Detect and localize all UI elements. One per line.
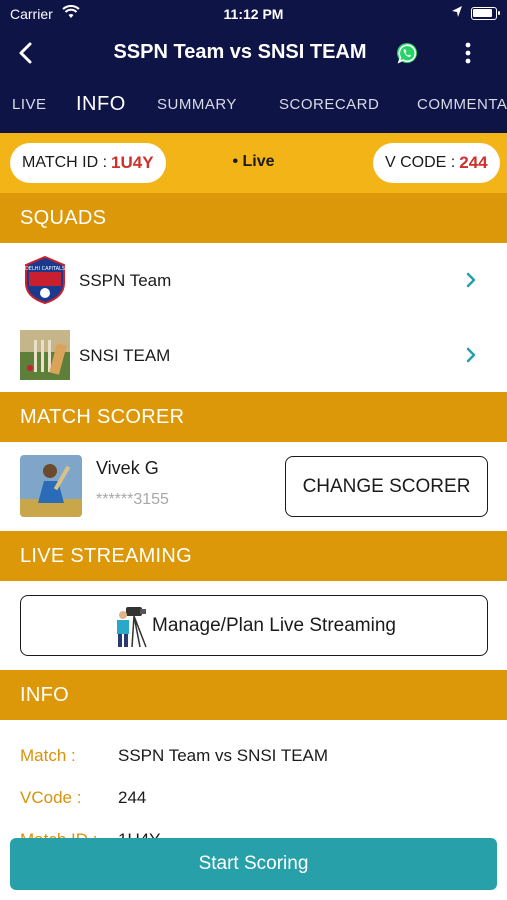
team-name: SSPN Team xyxy=(79,271,172,290)
tab-info[interactable]: INFO xyxy=(76,93,126,116)
delhi-capitals-logo: DELHI CAPITALS xyxy=(20,255,70,305)
status-bar: Carrier 11:12 PM xyxy=(0,0,507,28)
vcode-pill: V CODE : 244 xyxy=(373,143,500,183)
match-scorer-heading: MATCH SCORER xyxy=(0,392,507,442)
change-scorer-button[interactable]: CHANGE SCORER xyxy=(285,456,488,517)
info-value: SSPN Team vs SNSI TEAM xyxy=(118,746,329,765)
nav-bar: SSPN Team vs SNSI TEAM xyxy=(0,30,507,76)
vcode-value: 244 xyxy=(459,153,488,172)
info-key: VCode : xyxy=(20,788,82,807)
vcode-label: V CODE : xyxy=(385,154,456,171)
logo-text-top: DELHI CAPITALS xyxy=(25,266,65,272)
team-name: SNSI TEAM xyxy=(79,346,171,365)
tab-bar: LIVE INFO SUMMARY SCORECARD COMMENTARY xyxy=(0,84,507,128)
start-scoring-button[interactable]: Start Scoring xyxy=(10,838,497,890)
tab-live[interactable]: LIVE xyxy=(12,96,47,113)
whatsapp-icon[interactable] xyxy=(396,42,418,64)
chevron-right-icon xyxy=(464,345,478,365)
more-options-icon[interactable] xyxy=(458,40,478,66)
location-arrow-icon xyxy=(451,5,463,22)
team-row-sspn[interactable]: DELHI CAPITALS SSPN Team xyxy=(0,243,507,317)
scorer-phone: ******3155 xyxy=(96,491,169,508)
match-strip: MATCH ID : 1U4Y • Live V CODE : 244 xyxy=(0,133,507,193)
info-key: Match : xyxy=(20,746,76,765)
status-time: 11:12 PM xyxy=(223,6,284,22)
scorer-card: Vivek G ******3155 CHANGE SCORER xyxy=(0,441,507,531)
manage-live-streaming-button[interactable]: Manage/Plan Live Streaming xyxy=(20,595,488,656)
team-row-snsi[interactable]: SNSI TEAM xyxy=(0,318,507,392)
chevron-right-icon xyxy=(464,270,478,290)
info-heading: INFO xyxy=(0,670,507,720)
tab-summary[interactable]: SUMMARY xyxy=(157,96,237,113)
battery-icon xyxy=(471,7,500,20)
live-streaming-heading: LIVE STREAMING xyxy=(0,531,507,581)
cameraman-icon xyxy=(112,603,150,649)
tab-commentary[interactable]: COMMENTARY xyxy=(417,96,507,113)
avatar xyxy=(20,455,82,517)
squads-heading: SQUADS xyxy=(0,193,507,243)
scorer-name: Vivek G xyxy=(96,458,159,478)
top-bar: Carrier 11:12 PM SSPN Team vs SNSI TEAM … xyxy=(0,0,507,133)
info-value: 244 xyxy=(118,788,147,807)
manage-live-streaming-label: Manage/Plan Live Streaming xyxy=(152,614,396,636)
tab-scorecard[interactable]: SCORECARD xyxy=(279,96,379,113)
cricket-stumps-photo xyxy=(20,330,70,380)
